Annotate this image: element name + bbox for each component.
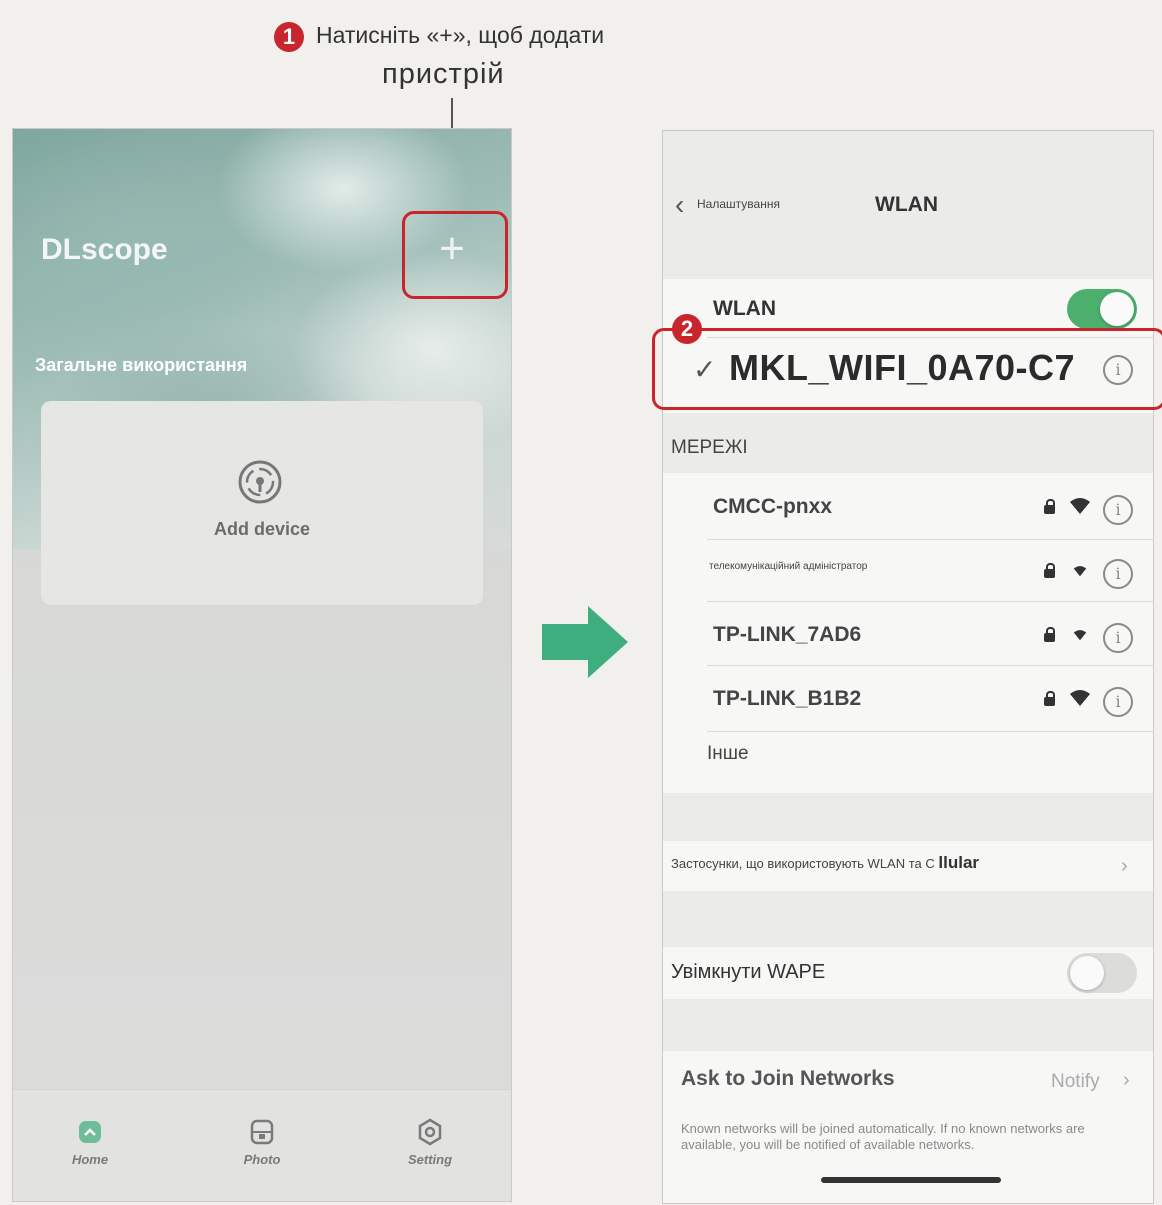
info-icon[interactable]: i bbox=[1103, 495, 1133, 525]
app-title: DLscope bbox=[41, 233, 168, 266]
network-name[interactable]: TP-LINK_7AD6 bbox=[713, 623, 861, 647]
connected-network-highlight-box bbox=[652, 328, 1162, 410]
chevron-right-icon: › bbox=[1123, 1069, 1130, 1091]
toggle-knob bbox=[1070, 956, 1104, 990]
page-title: WLAN bbox=[875, 193, 938, 216]
wape-toggle[interactable] bbox=[1067, 953, 1137, 993]
apps-using-wlan-label: Застосунки, що використовують WLAN та C bbox=[671, 856, 935, 871]
nav-bar: ‹ Налаштування WLAN bbox=[663, 183, 1153, 227]
ask-to-join-description: Known networks will be joined automatica… bbox=[681, 1121, 1085, 1152]
tab-setting[interactable]: Setting bbox=[375, 1118, 485, 1167]
ask-to-join-label[interactable]: Ask to Join Networks bbox=[681, 1067, 895, 1091]
divider bbox=[707, 539, 1153, 540]
step1-badge: 1 bbox=[274, 22, 304, 52]
tab-photo-label: Photo bbox=[243, 1152, 281, 1167]
wifi-icon bbox=[1073, 630, 1087, 641]
wlan-settings-screen: ‹ Налаштування WLAN WLAN ✓ MKL_WIFI_0A70… bbox=[662, 130, 1154, 1204]
network-name[interactable]: CMCC-pnxx bbox=[713, 495, 832, 519]
other-network-item[interactable]: Інше bbox=[707, 743, 749, 765]
tab-home-label: Home bbox=[71, 1152, 109, 1167]
divider bbox=[707, 665, 1153, 666]
add-device-label: Add device bbox=[213, 519, 311, 539]
wifi-icon bbox=[1073, 566, 1087, 577]
right-arrow-icon bbox=[542, 606, 628, 678]
info-icon[interactable]: i bbox=[1103, 687, 1133, 717]
step2-badge: 2 bbox=[672, 314, 702, 344]
lock-icon bbox=[1044, 627, 1055, 642]
wifi-icon bbox=[1070, 498, 1090, 514]
tab-setting-label: Setting bbox=[407, 1152, 453, 1167]
info-icon[interactable]: i bbox=[1103, 623, 1133, 653]
wlan-toggle-label: WLAN bbox=[713, 297, 776, 320]
lock-icon bbox=[1044, 499, 1055, 514]
info-icon[interactable]: i bbox=[1103, 559, 1133, 589]
apps-using-wlan-item[interactable]: Застосунки, що використовують WLAN та C … bbox=[671, 853, 979, 873]
step1-text: Натисніть «+», щоб додати bbox=[316, 22, 605, 48]
step1-text-line2: пристрій bbox=[382, 58, 505, 90]
networks-header: МЕРЕЖІ bbox=[671, 437, 748, 458]
section-label: Загальне використання bbox=[35, 355, 248, 375]
network-name[interactable]: TP-LINK_B1B2 bbox=[713, 687, 861, 711]
lock-icon bbox=[1044, 563, 1055, 578]
divider bbox=[707, 731, 1153, 732]
apps-using-wlan-label-tail: llular bbox=[938, 853, 980, 872]
home-indicator bbox=[821, 1177, 1001, 1183]
back-chevron-icon[interactable]: ‹ bbox=[675, 191, 684, 219]
add-device-card[interactable]: Add device bbox=[41, 401, 483, 605]
app-screen: DLscope + Загальне використання Add devi… bbox=[12, 128, 512, 1202]
toggle-knob bbox=[1100, 292, 1134, 326]
tab-photo[interactable]: Photo bbox=[207, 1118, 317, 1167]
plus-highlight-box bbox=[402, 211, 508, 299]
wifi-icon bbox=[1070, 690, 1090, 706]
wape-label: Увімкнути WAPE bbox=[671, 961, 826, 983]
photo-icon bbox=[250, 1119, 274, 1145]
ask-to-join-value[interactable]: Notify bbox=[1051, 1071, 1100, 1093]
network-name[interactable]: телекомунікаційний адміністратор bbox=[709, 561, 867, 572]
divider bbox=[707, 601, 1153, 602]
home-icon bbox=[79, 1121, 101, 1143]
back-button[interactable]: Налаштування bbox=[697, 197, 780, 211]
chevron-right-icon: › bbox=[1121, 855, 1128, 877]
settings-icon bbox=[418, 1118, 442, 1146]
wlan-toggle[interactable] bbox=[1067, 289, 1137, 329]
tab-home[interactable]: Home bbox=[35, 1118, 145, 1167]
add-device-icon bbox=[238, 460, 282, 504]
tab-bar: Home Photo Setting bbox=[13, 1089, 511, 1201]
lock-icon bbox=[1044, 691, 1055, 706]
